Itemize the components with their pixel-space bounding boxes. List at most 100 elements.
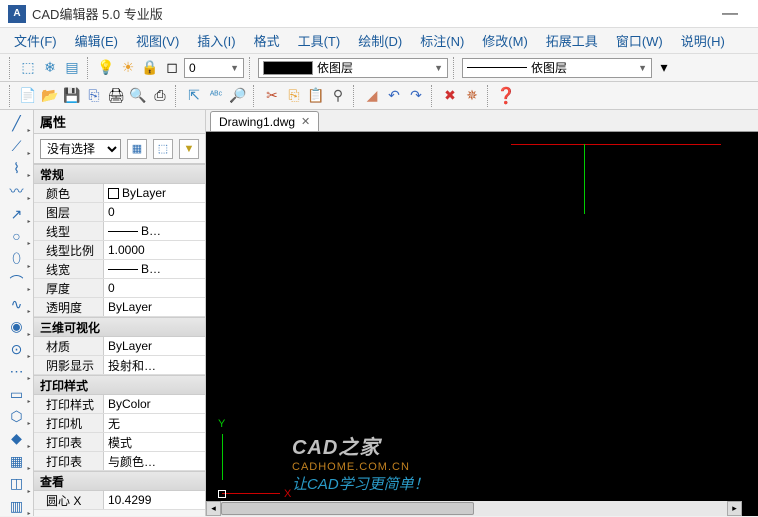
menu-item[interactable]: 修改(M) — [474, 28, 536, 53]
saveas-icon[interactable]: ⎘ — [84, 86, 104, 106]
purge-icon[interactable]: ✵ — [462, 86, 482, 106]
copy-icon[interactable]: ⎘ — [284, 86, 304, 106]
region-tool-icon[interactable]: ◆ — [4, 429, 30, 448]
menu-item[interactable]: 编辑(E) — [67, 28, 126, 53]
scroll-right-icon[interactable]: ▸ — [727, 501, 742, 516]
bylayer-color-dropdown[interactable]: 依图层▼ — [258, 58, 448, 78]
prop-value[interactable]: 模式 — [104, 433, 205, 451]
sun-icon[interactable]: ☀ — [118, 58, 138, 78]
scroll-thumb[interactable] — [221, 502, 474, 515]
layer-filter-icon[interactable]: ⬚ — [18, 58, 38, 78]
print-preview-icon[interactable]: 🔍 — [128, 86, 148, 106]
select-objects-icon[interactable]: ⬚ — [153, 139, 173, 159]
circle-tool-icon[interactable]: ○ — [4, 227, 30, 246]
redo-icon[interactable]: ↷ — [406, 86, 426, 106]
ellipse-tool-icon[interactable]: ⬯ — [4, 249, 30, 268]
filter-icon[interactable]: ▼ — [179, 139, 199, 159]
spline-tool-icon[interactable]: 〰 — [4, 181, 30, 201]
menu-item[interactable]: 拓展工具 — [538, 28, 606, 53]
donut-tool-icon[interactable]: ◉ — [4, 317, 30, 336]
polygon-tool-icon[interactable]: ⬡ — [4, 407, 30, 426]
prop-value[interactable]: ByLayer — [104, 298, 205, 316]
bulb-on-icon[interactable]: 💡 — [96, 58, 116, 78]
layer-manage-icon[interactable]: ▤ — [62, 58, 82, 78]
prop-value[interactable]: 10.4299 — [104, 491, 205, 509]
menu-item[interactable]: 插入(I) — [189, 28, 243, 53]
new-icon[interactable]: 📄 — [18, 86, 38, 106]
help-icon[interactable]: ❓ — [496, 86, 516, 106]
prop-value[interactable]: B… — [104, 222, 205, 240]
tab-close-icon[interactable]: ✕ — [301, 115, 310, 128]
export-icon[interactable]: ⇱ — [184, 86, 204, 106]
scroll-left-icon[interactable]: ◂ — [206, 501, 221, 516]
layer-color-icon[interactable]: ◻ — [162, 58, 182, 78]
horizontal-scrollbar[interactable]: ◂ ▸ — [206, 501, 742, 516]
block-tool-icon[interactable]: ◫ — [4, 474, 30, 493]
toolbar-chev-icon[interactable]: ▾ — [654, 58, 674, 78]
ray-tool-icon[interactable]: ↗ — [4, 204, 30, 223]
prop-section-header[interactable]: 打印样式 — [34, 375, 205, 395]
print-icon[interactable]: 🖨 — [106, 86, 126, 106]
prop-value[interactable]: 0 — [104, 279, 205, 297]
curve-tool-icon[interactable]: ∿ — [4, 295, 30, 314]
divide-tool-icon[interactable]: ⋯ — [4, 362, 30, 381]
menu-item[interactable]: 视图(V) — [128, 28, 187, 53]
watermark: CAD之家 CADHOME.COM.CN 让CAD学习更简单！ — [292, 431, 429, 494]
point-tool-icon[interactable]: ⊙ — [4, 340, 30, 359]
menu-item[interactable]: 标注(N) — [412, 28, 472, 53]
line-sample-icon — [108, 269, 138, 270]
title-bar: A CAD编辑器 5.0 专业版 — — [0, 0, 758, 28]
prop-value[interactable]: 1.0000 — [104, 241, 205, 259]
polyline-tool-icon[interactable]: ⌇ — [4, 159, 30, 178]
prop-value[interactable]: 投射和… — [104, 356, 205, 374]
prop-section-header[interactable]: 常规 — [34, 164, 205, 184]
menu-item[interactable]: 工具(T) — [290, 28, 349, 53]
minimize-button[interactable]: — — [710, 1, 750, 27]
menu-item[interactable]: 文件(F) — [6, 28, 65, 53]
line-tool-icon[interactable]: ╱ — [4, 114, 30, 133]
quick-select-icon[interactable]: ▦ — [127, 139, 147, 159]
bylayer-line-dropdown[interactable]: 依图层▼ — [462, 58, 652, 78]
rect-tool-icon[interactable]: ▭ — [4, 384, 30, 403]
main-area: ╱ ⟋ ⌇ 〰 ↗ ○ ⬯ ⌒ ∿ ◉ ⊙ ⋯ ▭ ⬡ ◆ ▦ ◫ ▥ 属性 没… — [0, 110, 758, 516]
prop-section-header[interactable]: 三维可视化 — [34, 317, 205, 337]
prop-value[interactable]: 无 — [104, 414, 205, 432]
erase-icon[interactable]: ◢ — [362, 86, 382, 106]
prop-value[interactable]: 与颜色… — [104, 452, 205, 470]
canvas[interactable]: Y X CAD之家 CADHOME.COM.CN 让CAD学习更简单！ ◂ ▸ — [206, 132, 758, 516]
plot-icon[interactable]: ⎙ — [150, 86, 170, 106]
menu-item[interactable]: 绘制(D) — [350, 28, 410, 53]
menu-item[interactable]: 说明(H) — [673, 28, 733, 53]
drawing-area: Drawing1.dwg ✕ Y X CAD之家 CADHOME.COM.CN … — [206, 110, 758, 516]
prop-section-header[interactable]: 查看 — [34, 471, 205, 491]
menu-item[interactable]: 格式 — [246, 28, 288, 53]
prop-value[interactable]: ByLayer — [104, 337, 205, 355]
spell-icon[interactable]: ᴬᴮᶜ — [206, 86, 226, 106]
prop-value[interactable]: B… — [104, 260, 205, 278]
document-tab[interactable]: Drawing1.dwg ✕ — [210, 111, 319, 131]
arc2-tool-icon[interactable]: ⌒ — [4, 272, 30, 292]
selection-dropdown[interactable]: 没有选择 — [40, 139, 121, 159]
paste-icon[interactable]: 📋 — [306, 86, 326, 106]
save-icon[interactable]: 💾 — [62, 86, 82, 106]
hatch-tool-icon[interactable]: ▦ — [4, 452, 30, 471]
lock-icon[interactable]: 🔒 — [140, 58, 160, 78]
line-sample-icon — [467, 67, 527, 68]
matchprop-icon[interactable]: ⚲ — [328, 86, 348, 106]
undo-icon[interactable]: ↶ — [384, 86, 404, 106]
layer-zero-dropdown[interactable]: 0▼ — [184, 58, 244, 78]
table-tool-icon[interactable]: ▥ — [4, 497, 30, 516]
arc-tool-icon[interactable]: ⟋ — [4, 136, 30, 155]
find-icon[interactable]: 🔎 — [228, 86, 248, 106]
open-icon[interactable]: 📂 — [40, 86, 60, 106]
cut-icon[interactable]: ✂ — [262, 86, 282, 106]
prop-value[interactable]: ByLayer — [104, 184, 205, 202]
layer-freeze-icon[interactable]: ❄ — [40, 58, 60, 78]
properties-header: 属性 — [34, 110, 205, 134]
delete-icon[interactable]: ✖ — [440, 86, 460, 106]
prop-label: 透明度 — [34, 298, 104, 316]
menu-item[interactable]: 窗口(W) — [608, 28, 671, 53]
prop-value[interactable]: 0 — [104, 203, 205, 221]
prop-label: 打印表 — [34, 452, 104, 470]
prop-value[interactable]: ByColor — [104, 395, 205, 413]
